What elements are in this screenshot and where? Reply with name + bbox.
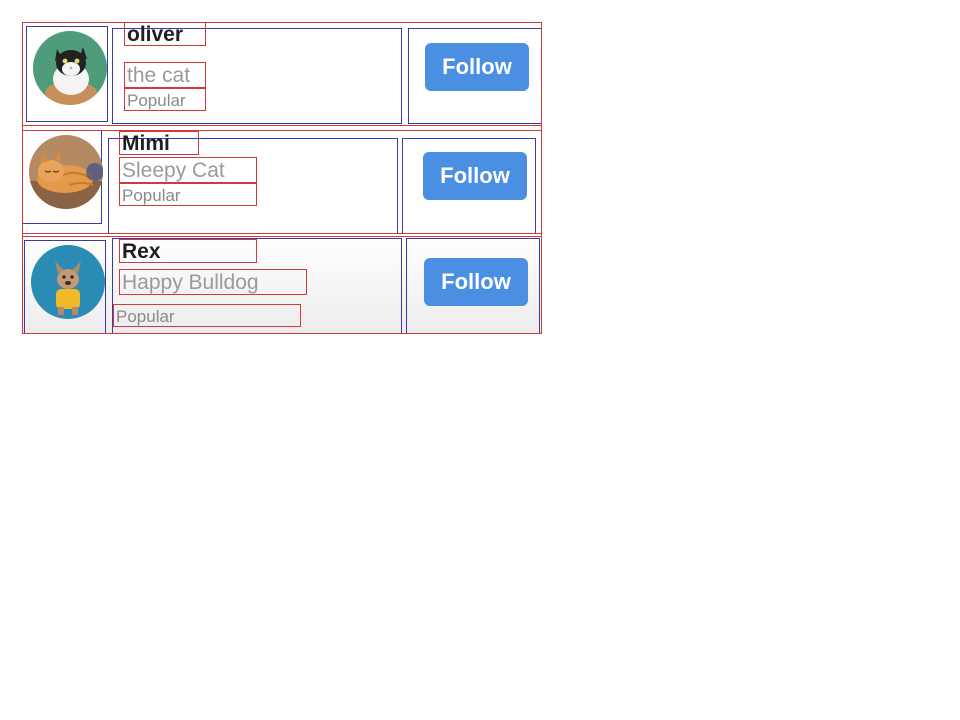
orange-cat-avatar[interactable]	[29, 135, 103, 209]
profile-list: oliver the cat Popular Follow Mimi Sleep…	[22, 22, 542, 334]
follow-container: Follow	[408, 28, 542, 124]
avatar-container	[24, 240, 106, 334]
tuxedo-cat-avatar[interactable]	[33, 31, 107, 105]
profile-name[interactable]: Mimi	[119, 131, 199, 155]
follow-container: Follow	[406, 238, 540, 334]
avatar-container	[22, 130, 103, 224]
list-item: Mimi Sleepy Cat Popular Follow	[22, 130, 542, 234]
profile-subtitle: Sleepy Cat	[119, 157, 257, 183]
profile-name[interactable]: Rex	[119, 239, 257, 263]
list-item: oliver the cat Popular Follow	[22, 22, 542, 126]
follow-button[interactable]: Follow	[424, 258, 528, 306]
profile-subtitle: the cat	[124, 62, 206, 88]
follow-container: Follow	[402, 138, 536, 234]
follow-button[interactable]: Follow	[425, 43, 529, 91]
list-item: Rex Happy Bulldog Popular Follow	[22, 236, 542, 334]
popular-label: Popular	[119, 183, 257, 206]
popular-label: Popular	[124, 88, 206, 111]
avatar-container	[26, 26, 108, 122]
profile-name[interactable]: oliver	[124, 22, 206, 46]
popular-label: Popular	[113, 304, 301, 327]
bulldog-avatar[interactable]	[31, 245, 105, 319]
follow-button[interactable]: Follow	[423, 152, 527, 200]
profile-subtitle: Happy Bulldog	[119, 269, 307, 295]
